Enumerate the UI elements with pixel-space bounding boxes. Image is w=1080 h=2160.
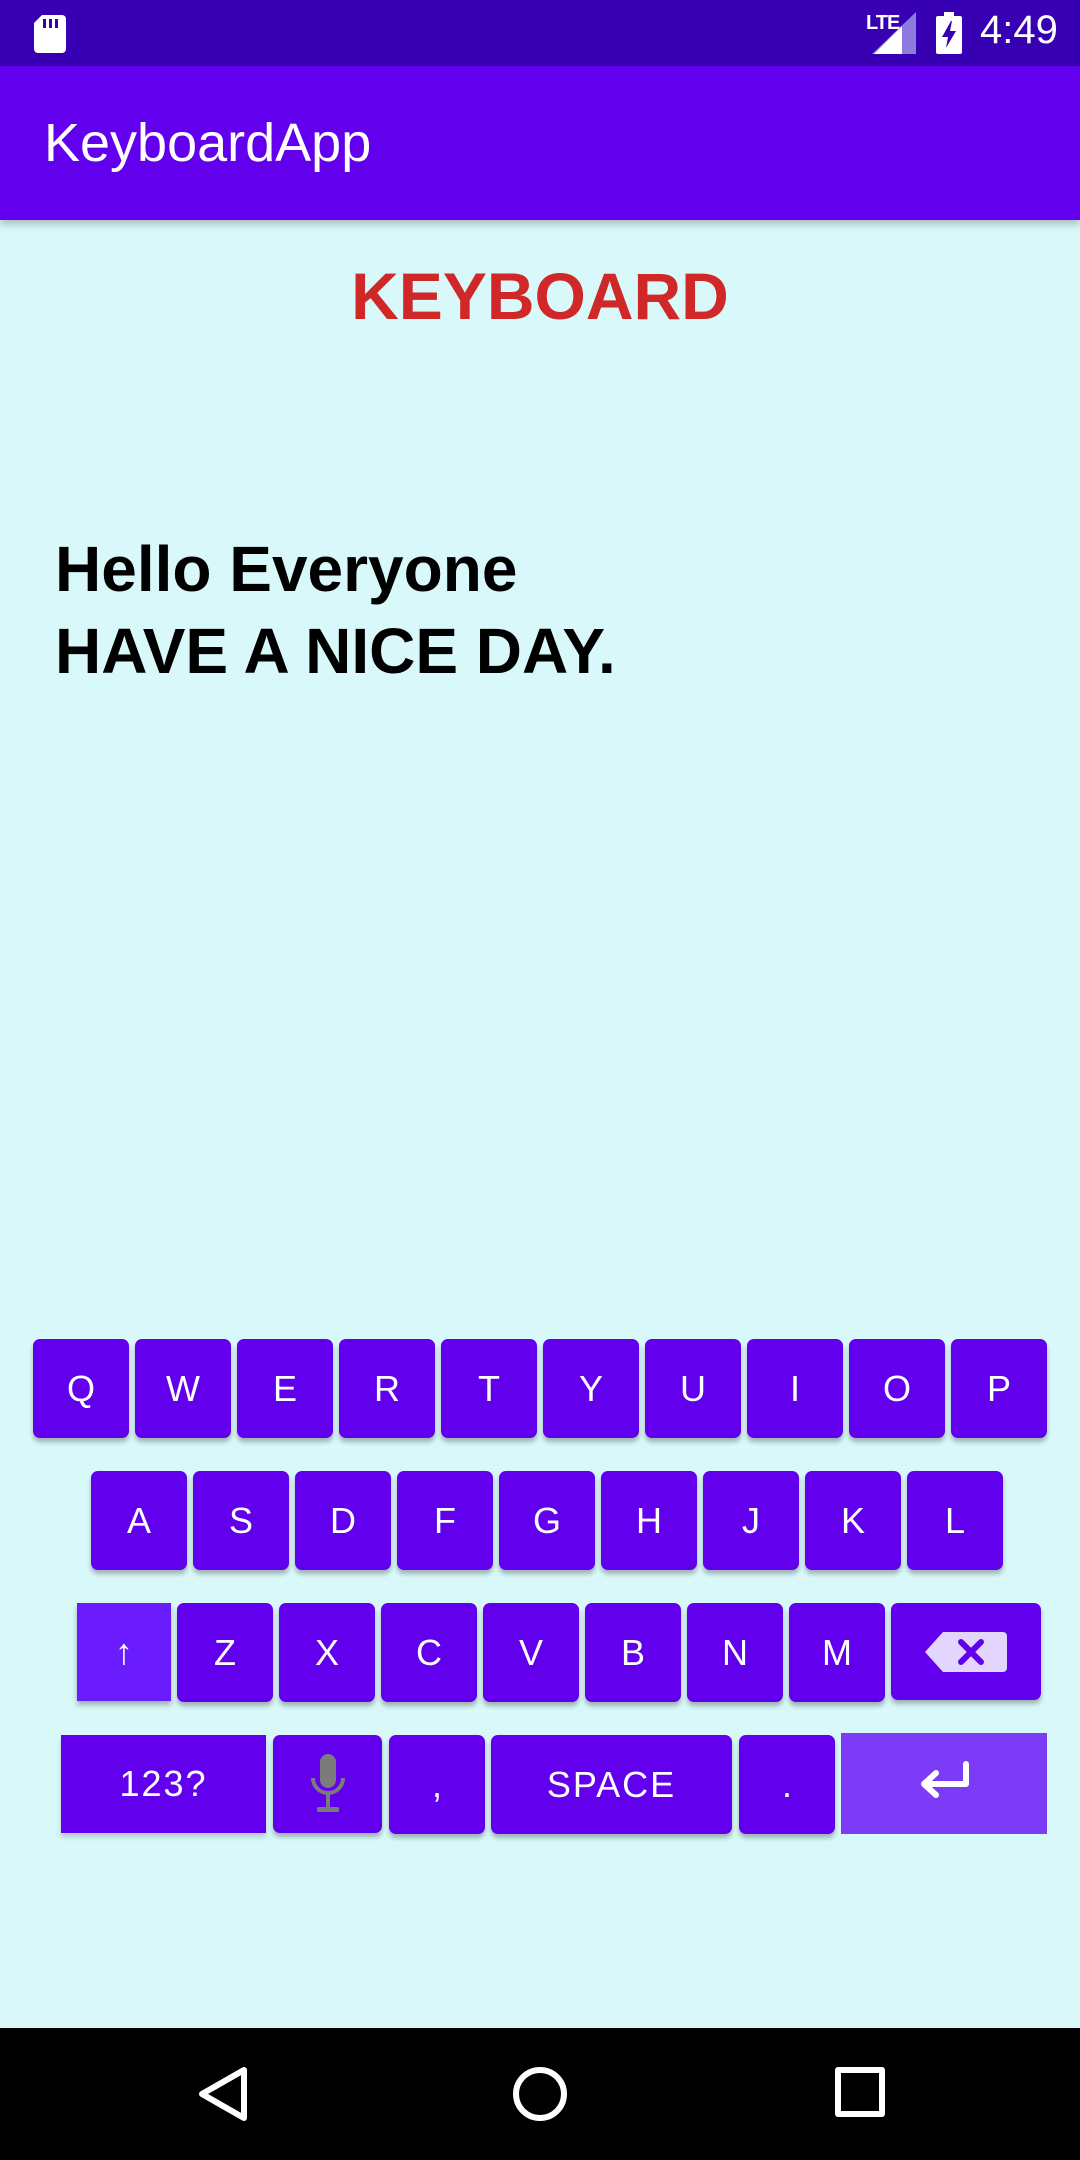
- shift-key[interactable]: ↑: [77, 1603, 171, 1701]
- text-line-2: HAVE A NICE DAY.: [55, 615, 616, 687]
- key-g[interactable]: G: [499, 1471, 595, 1570]
- key-u[interactable]: U: [645, 1339, 741, 1438]
- mode-key-123[interactable]: 123?: [61, 1735, 266, 1833]
- home-icon[interactable]: [510, 2064, 570, 2124]
- back-icon[interactable]: [194, 2064, 250, 2124]
- key-y[interactable]: Y: [543, 1339, 639, 1438]
- key-f[interactable]: F: [397, 1471, 493, 1570]
- key-l[interactable]: L: [907, 1471, 1003, 1570]
- key-a[interactable]: A: [91, 1471, 187, 1570]
- key-r[interactable]: R: [339, 1339, 435, 1438]
- backspace-icon: [925, 1631, 1007, 1672]
- microphone-icon: [310, 1754, 345, 1812]
- battery-charging-icon: [936, 12, 962, 54]
- text-line-1: Hello Everyone: [55, 533, 518, 605]
- key-s[interactable]: S: [193, 1471, 289, 1570]
- period-key[interactable]: .: [739, 1735, 835, 1834]
- key-c[interactable]: C: [381, 1603, 477, 1702]
- key-e[interactable]: E: [237, 1339, 333, 1438]
- typed-text: Hello Everyone HAVE A NICE DAY.: [55, 528, 616, 692]
- space-key[interactable]: SPACE: [491, 1735, 732, 1834]
- sd-card-icon: [34, 15, 66, 53]
- comma-key[interactable]: ,: [389, 1735, 485, 1834]
- navigation-bar: [0, 2028, 1080, 2160]
- recents-icon[interactable]: [834, 2064, 886, 2120]
- key-d[interactable]: D: [295, 1471, 391, 1570]
- key-t[interactable]: T: [441, 1339, 537, 1438]
- key-n[interactable]: N: [687, 1603, 783, 1702]
- key-q[interactable]: Q: [33, 1339, 129, 1438]
- key-x[interactable]: X: [279, 1603, 375, 1702]
- key-v[interactable]: V: [483, 1603, 579, 1702]
- enter-icon: [921, 1760, 969, 1798]
- key-h[interactable]: H: [601, 1471, 697, 1570]
- key-z[interactable]: Z: [177, 1603, 273, 1702]
- enter-key[interactable]: [841, 1733, 1047, 1834]
- key-w[interactable]: W: [135, 1339, 231, 1438]
- signal-icon: [872, 12, 916, 54]
- clock: 4:49: [980, 8, 1058, 52]
- status-bar: LTE 4:49: [0, 0, 1080, 66]
- key-b[interactable]: B: [585, 1603, 681, 1702]
- key-m[interactable]: M: [789, 1603, 885, 1702]
- microphone-key[interactable]: [273, 1735, 382, 1833]
- key-j[interactable]: J: [703, 1471, 799, 1570]
- app-bar: KeyboardApp: [0, 66, 1080, 220]
- key-k[interactable]: K: [805, 1471, 901, 1570]
- key-p[interactable]: P: [951, 1339, 1047, 1438]
- key-i[interactable]: I: [747, 1339, 843, 1438]
- app-title: KeyboardApp: [44, 113, 372, 173]
- backspace-key[interactable]: [891, 1603, 1041, 1700]
- key-o[interactable]: O: [849, 1339, 945, 1438]
- page-heading: KEYBOARD: [351, 259, 729, 333]
